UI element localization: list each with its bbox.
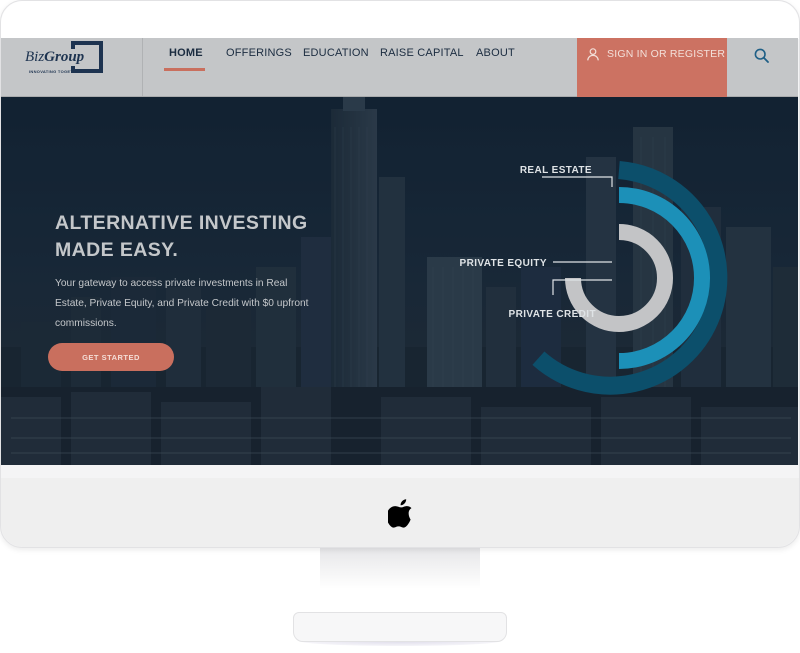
hero-headline: ALTERNATIVE INVESTING MADE EASY. [55, 212, 308, 261]
monitor-base [293, 612, 507, 642]
screen: BizGroup INNOVATING TOGETHER HOME OFFERI… [1, 38, 798, 465]
sign-in-label: SIGN IN OR REGISTER [607, 48, 726, 60]
logo-wordmark: BizGroup [25, 49, 87, 66]
hero-section: ALTERNATIVE INVESTING MADE EASY. Your ga… [1, 97, 798, 465]
nav-item-offerings[interactable]: OFFERINGS [226, 47, 292, 59]
ring-label-private-credit: PRIVATE CREDIT [509, 309, 596, 320]
nav-divider [142, 38, 143, 96]
monitor-top-bezel [1, 1, 799, 39]
logo-tagline: INNOVATING TOGETHER [29, 69, 83, 74]
get-started-button[interactable]: GET STARTED [48, 343, 174, 371]
nav-item-education[interactable]: EDUCATION [303, 47, 369, 59]
bizgroup-logo[interactable]: BizGroup INNOVATING TOGETHER [23, 41, 107, 77]
nav-item-about[interactable]: ABOUT [476, 47, 515, 59]
investment-rings-graphic: REAL ESTATE PRIVATE EQUITY PRIVATE CREDI… [460, 161, 728, 395]
sign-in-register-button[interactable]: SIGN IN OR REGISTER [577, 38, 727, 97]
ring-label-real-estate: REAL ESTATE [520, 165, 592, 176]
nav-active-underline [164, 68, 205, 71]
nav-item-home[interactable]: HOME [169, 47, 203, 59]
apple-logo-icon [388, 499, 412, 528]
monitor-stand [320, 547, 480, 617]
nav-item-raise-capital[interactable]: RAISE CAPITAL [380, 47, 464, 59]
ring-label-private-equity: PRIVATE EQUITY [460, 258, 547, 269]
top-navbar: BizGroup INNOVATING TOGETHER HOME OFFERI… [1, 38, 798, 97]
user-icon [587, 48, 599, 61]
hero-subtext: Your gateway to access private investmen… [55, 278, 309, 329]
search-icon[interactable] [754, 48, 769, 63]
